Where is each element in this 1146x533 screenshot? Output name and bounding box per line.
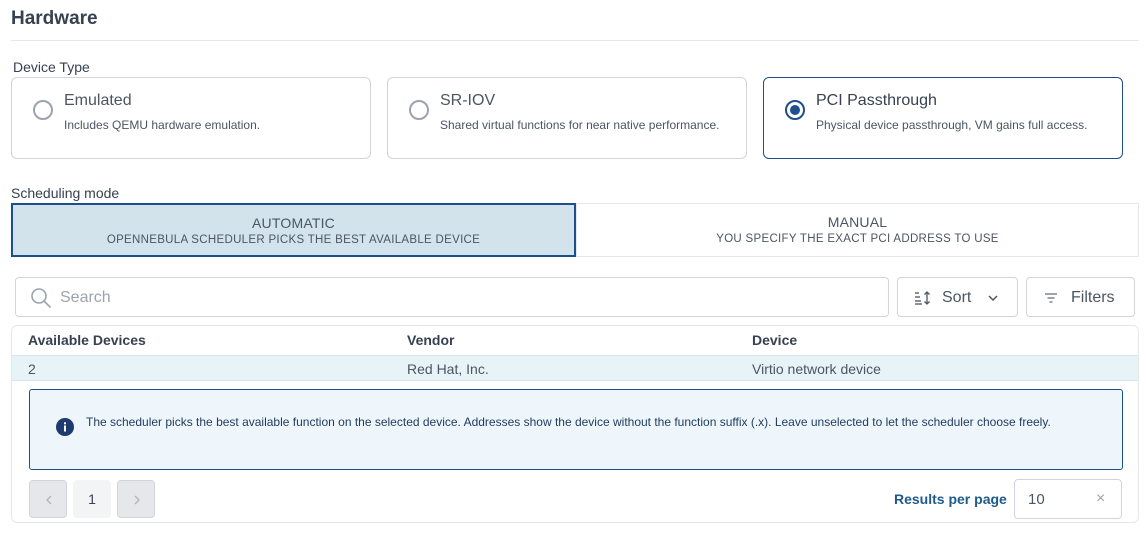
results-per-page-select[interactable]: 10 × <box>1014 479 1122 519</box>
scheduling-automatic-button[interactable]: AUTOMATIC OPENNEBULA SCHEDULER PICKS THE… <box>11 203 576 257</box>
search-input[interactable] <box>60 286 860 310</box>
table-row[interactable]: 2 Red Hat, Inc. Virtio network device <box>12 355 1138 381</box>
chevron-down-icon <box>988 295 998 302</box>
previous-page-button[interactable] <box>29 480 67 518</box>
search-icon <box>30 287 52 314</box>
sriov-radio[interactable] <box>409 100 429 120</box>
info-icon <box>56 418 74 441</box>
column-header-available-devices[interactable]: Available Devices <box>28 332 146 348</box>
automatic-title: AUTOMATIC <box>252 215 335 231</box>
pci-passthrough-title: PCI Passthrough <box>816 92 937 109</box>
filters-label: Filters <box>1071 289 1115 306</box>
manual-subtitle: YOU SPECIFY THE EXACT PCI ADDRESS TO USE <box>716 233 999 245</box>
column-header-vendor[interactable]: Vendor <box>407 332 454 348</box>
filter-icon <box>1045 293 1057 303</box>
scheduler-info-alert: The scheduler picks the best available f… <box>29 389 1123 470</box>
info-message: The scheduler picks the best available f… <box>86 415 1051 429</box>
automatic-subtitle: OPENNEBULA SCHEDULER PICKS THE BEST AVAI… <box>106 234 481 246</box>
device-type-pci-passthrough-card[interactable]: PCI Passthrough Physical device passthro… <box>763 77 1123 159</box>
cell-available-devices: 2 <box>28 361 36 377</box>
search-box[interactable] <box>15 277 889 317</box>
sort-icon <box>915 291 930 305</box>
emulated-description: Includes QEMU hardware emulation. <box>64 118 261 132</box>
sort-button[interactable]: Sort <box>897 277 1018 317</box>
filters-button[interactable]: Filters <box>1026 277 1135 317</box>
chevron-right-icon <box>134 495 140 505</box>
page-title: Hardware <box>11 8 98 29</box>
results-per-page-label: Results per page <box>894 491 1007 507</box>
page-number-button[interactable]: 1 <box>73 480 111 518</box>
devices-table: Available Devices Vendor Device 2 Red Ha… <box>11 325 1139 523</box>
scheduling-manual-button[interactable]: MANUAL YOU SPECIFY THE EXACT PCI ADDRESS… <box>576 203 1139 257</box>
close-icon[interactable]: × <box>1096 490 1105 508</box>
emulated-radio[interactable] <box>33 100 53 120</box>
cell-vendor: Red Hat, Inc. <box>407 361 489 377</box>
device-type-label: Device Type <box>13 59 90 75</box>
manual-title: MANUAL <box>827 214 888 230</box>
next-page-button[interactable] <box>117 480 155 518</box>
pci-passthrough-description: Physical device passthrough, VM gains fu… <box>816 118 1088 132</box>
pci-passthrough-radio[interactable] <box>785 100 805 120</box>
sriov-title: SR-IOV <box>440 92 496 109</box>
cell-device: Virtio network device <box>752 361 881 377</box>
emulated-title: Emulated <box>64 92 132 109</box>
sriov-description: Shared virtual functions for near native… <box>440 118 720 132</box>
device-type-sriov-card[interactable]: SR-IOV Shared virtual functions for near… <box>387 77 747 159</box>
scheduling-mode-label: Scheduling mode <box>11 185 120 201</box>
column-header-device[interactable]: Device <box>752 332 797 348</box>
device-type-emulated-card[interactable]: Emulated Includes QEMU hardware emulatio… <box>11 77 371 159</box>
chevron-left-icon <box>46 495 52 505</box>
title-divider <box>11 40 1139 41</box>
sort-label: Sort <box>942 289 972 306</box>
results-per-page-value: 10 <box>1028 491 1045 508</box>
